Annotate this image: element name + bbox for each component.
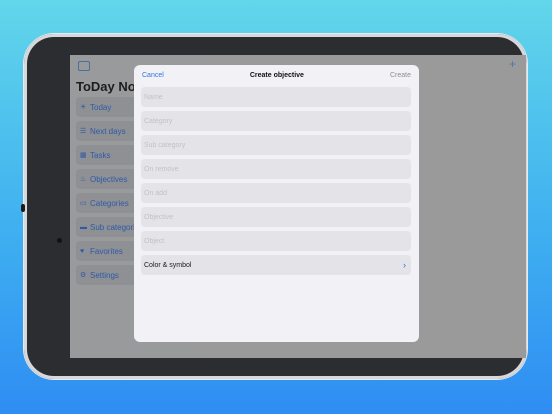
sidebar-item-label: Settings	[90, 270, 119, 280]
gear-icon: ⚙	[80, 271, 87, 279]
sidebar-item-label: Objectives	[90, 174, 128, 184]
create-objective-modal: Cancel Create objective Create Name Cate…	[134, 65, 419, 342]
heart-icon: ♥	[80, 247, 85, 255]
name-field[interactable]: Name	[141, 87, 411, 107]
list-icon: ☰	[80, 127, 87, 135]
plus-icon[interactable]: +	[509, 57, 516, 71]
category-field[interactable]: Category	[141, 111, 411, 131]
cancel-button[interactable]: Cancel	[142, 72, 164, 79]
color-symbol-label: Color & symbol	[144, 261, 192, 269]
sidebar-item-label: Next days	[90, 126, 126, 136]
color-symbol-row[interactable]: Color & symbol ›	[141, 255, 411, 275]
sidebar-item-label: Categories	[90, 198, 129, 208]
sidebar-item-label: Today	[90, 102, 112, 112]
modal-title: Create objective	[249, 71, 304, 79]
sub-category-field[interactable]: Sub category	[141, 135, 411, 155]
calendar-icon: ▦	[80, 151, 87, 159]
sidebar-toggle-icon[interactable]	[78, 61, 90, 71]
side-button	[21, 204, 25, 212]
tray-icon: ▬	[80, 223, 87, 231]
modal-header: Cancel Create objective Create	[134, 65, 419, 85]
camera	[57, 238, 62, 243]
create-button[interactable]: Create	[390, 72, 411, 79]
flame-icon: ♨	[80, 175, 87, 183]
sun-icon: ☀	[80, 103, 87, 111]
sidebar-item-label: Favorites	[90, 246, 123, 256]
objective-field[interactable]: Objective	[141, 207, 411, 227]
object-field[interactable]: Object	[141, 231, 411, 251]
on-remove-field[interactable]: On remove	[141, 159, 411, 179]
chevron-right-icon: ›	[403, 260, 406, 270]
on-add-field[interactable]: On add	[141, 183, 411, 203]
sidebar-item-label: Tasks	[90, 150, 111, 160]
form-fields: Name Category Sub category On remove On …	[141, 87, 411, 279]
sidebar-title: ToDay No	[76, 79, 136, 94]
card-icon: ▭	[80, 199, 87, 207]
